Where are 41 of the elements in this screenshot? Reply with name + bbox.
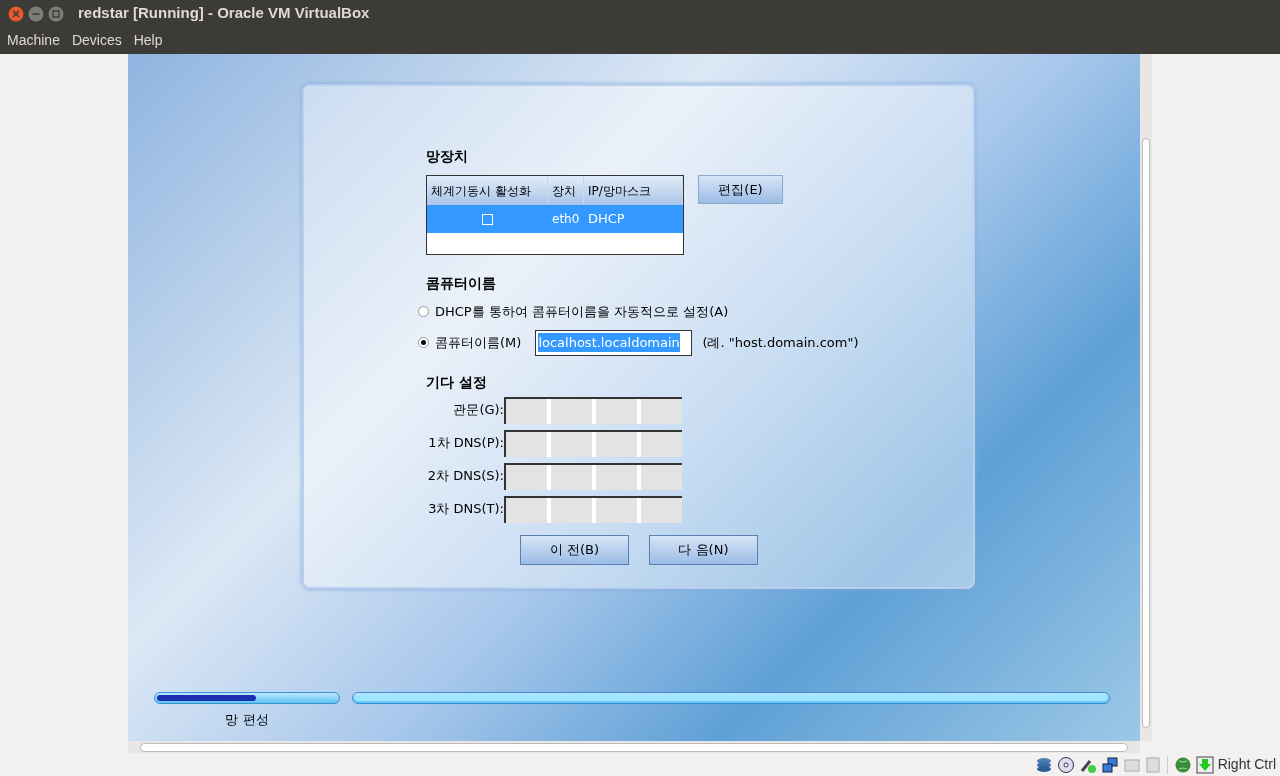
ip-address-field[interactable]	[504, 495, 682, 523]
host-key-label: Right Ctrl	[1217, 755, 1276, 774]
back-button[interactable]: 이 전(B)	[520, 534, 629, 565]
column-header[interactable]: IP/망마스크	[584, 176, 683, 205]
field-label: 관문(G):	[452, 401, 504, 420]
column-header[interactable]: 체계기동시 활성화	[427, 176, 548, 205]
progress-label: 망 편성	[225, 711, 269, 729]
ip-address-field[interactable]	[504, 429, 682, 457]
menu-item[interactable]: Devices	[71, 30, 122, 51]
field-label: 3차 DNS(T):	[427, 500, 504, 519]
table-cell-text: eth0	[551, 211, 581, 228]
hard-disk-icon[interactable]	[1034, 755, 1053, 774]
ip-address-field[interactable]	[504, 396, 682, 424]
table-cell-text: DHCP	[587, 210, 626, 229]
down-arrow-icon[interactable]	[1195, 755, 1214, 774]
minimize-icon[interactable]	[28, 5, 44, 22]
shared-windows-icon[interactable]	[1100, 755, 1119, 774]
menu-item[interactable]: Machine	[7, 30, 60, 51]
radio-label: DHCP를 통하여 콤퓨터이름을 자동적으로 설정(A)	[435, 303, 729, 321]
radio-button[interactable]	[418, 337, 429, 348]
radio-label: 콤퓨터이름(M)	[435, 333, 522, 352]
section-heading: 망장치	[426, 147, 469, 166]
close-icon[interactable]	[8, 5, 24, 22]
section-heading: 콤퓨터이름	[426, 274, 497, 293]
globe-icon[interactable]	[1173, 755, 1192, 774]
checkbox[interactable]	[482, 213, 493, 225]
field-label: 1차 DNS(P):	[427, 434, 504, 453]
optical-disc-icon[interactable]	[1056, 755, 1075, 774]
window-title: redstar [Running] - Oracle VM VirtualBox	[78, 3, 370, 24]
hint-text: (례. "host.domain.com")	[702, 333, 859, 352]
maximize-icon[interactable]	[48, 5, 64, 22]
column-header[interactable]: 장치	[548, 176, 584, 205]
vertical-scrollbar[interactable]	[1140, 54, 1152, 741]
field-label: 2차 DNS(S):	[426, 467, 504, 486]
horizontal-scrollbar[interactable]	[128, 741, 1140, 753]
edit-button[interactable]: 편집(E)	[698, 175, 783, 204]
next-button[interactable]: 다 음(N)	[649, 534, 758, 565]
section-heading: 기다 설정	[426, 372, 488, 392]
ip-address-field[interactable]	[504, 462, 682, 490]
radio-button[interactable]	[418, 306, 429, 318]
menu-item[interactable]: Help	[133, 30, 163, 51]
